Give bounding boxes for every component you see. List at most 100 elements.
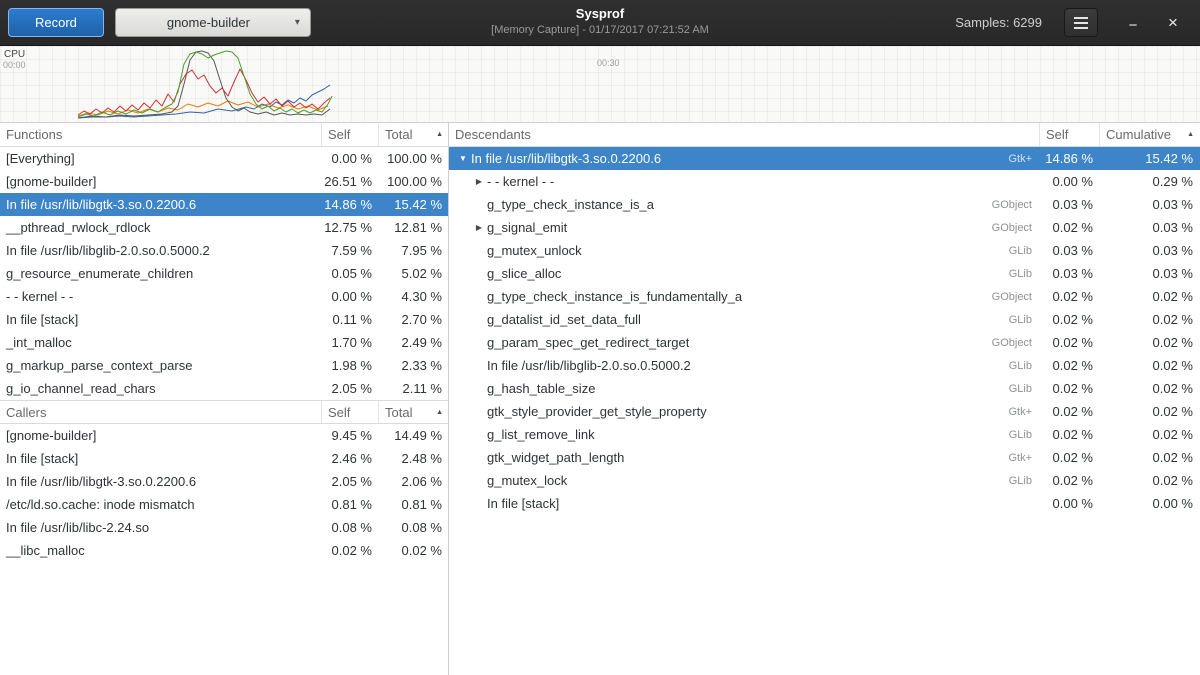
table-row[interactable]: - - kernel - -0.00 %4.30 % bbox=[0, 285, 448, 308]
library-tag: Gtk+ bbox=[996, 153, 1040, 165]
minimize-button[interactable]: − bbox=[1120, 13, 1146, 39]
row-self-percent: 0.02 % bbox=[1040, 427, 1100, 442]
row-self-percent: 0.00 % bbox=[322, 289, 379, 304]
table-row[interactable]: In file [stack]2.46 %2.48 % bbox=[0, 447, 448, 470]
cpu-graph[interactable]: CPU 00:00 00:30 bbox=[0, 46, 1200, 123]
table-row[interactable]: g_param_spec_get_redirect_targetGObject0… bbox=[449, 331, 1200, 354]
row-total-percent: 0.81 % bbox=[379, 497, 449, 512]
column-header-functions[interactable]: Functions bbox=[0, 123, 322, 146]
menu-button[interactable] bbox=[1064, 8, 1098, 37]
table-row[interactable]: In file /usr/lib/libgtk-3.so.0.2200.614.… bbox=[0, 193, 448, 216]
table-row[interactable]: In file [stack]0.11 %2.70 % bbox=[0, 308, 448, 331]
column-header-self[interactable]: Self bbox=[322, 401, 379, 423]
row-cumulative-percent: 0.02 % bbox=[1100, 335, 1200, 350]
row-name-cell: g_type_check_instance_is_fundamentally_a… bbox=[449, 289, 1040, 304]
table-row[interactable]: g_io_channel_read_chars2.05 %2.11 % bbox=[0, 377, 448, 400]
row-self-percent: 14.86 % bbox=[1040, 151, 1100, 166]
right-panel: Descendants Self Cumulative ▲ ▼In file /… bbox=[449, 123, 1200, 675]
table-row[interactable]: gtk_style_provider_get_style_property Gtk… bbox=[449, 400, 1200, 423]
table-row[interactable]: ▼In file /usr/lib/libgtk-3.so.0.2200.6Gt… bbox=[449, 147, 1200, 170]
row-cumulative-percent: 0.03 % bbox=[1100, 266, 1200, 281]
row-name-cell: g_slice_allocGLib bbox=[449, 266, 1040, 281]
library-tag: Gtk+ bbox=[996, 406, 1040, 418]
table-row[interactable]: In file /usr/lib/libglib-2.0.so.0.5000.2… bbox=[0, 239, 448, 262]
row-function-name: g_slice_alloc bbox=[487, 266, 561, 281]
row-self-percent: 2.46 % bbox=[322, 451, 379, 466]
record-button[interactable]: Record bbox=[8, 8, 104, 37]
row-cumulative-percent: 0.02 % bbox=[1100, 312, 1200, 327]
row-total-percent: 0.08 % bbox=[379, 520, 449, 535]
table-row[interactable]: In file /usr/lib/libc-2.24.so0.08 %0.08 … bbox=[0, 516, 448, 539]
library-tag: GObject bbox=[980, 199, 1040, 211]
row-total-percent: 2.49 % bbox=[379, 335, 449, 350]
table-row[interactable]: g_markup_parse_context_parse1.98 %2.33 % bbox=[0, 354, 448, 377]
row-self-percent: 14.86 % bbox=[322, 197, 379, 212]
row-total-percent: 14.49 % bbox=[379, 428, 449, 443]
row-self-percent: 2.05 % bbox=[322, 474, 379, 489]
row-cumulative-percent: 0.03 % bbox=[1100, 197, 1200, 212]
table-row[interactable]: g_resource_enumerate_children0.05 %5.02 … bbox=[0, 262, 448, 285]
table-row[interactable]: gtk_widget_path_lengthGtk+0.02 %0.02 % bbox=[449, 446, 1200, 469]
row-name-cell: gtk_widget_path_lengthGtk+ bbox=[449, 450, 1040, 465]
library-tag: GLib bbox=[997, 314, 1040, 326]
row-total-percent: 100.00 % bbox=[379, 151, 449, 166]
sort-indicator-icon: ▲ bbox=[432, 409, 443, 416]
column-header-cumulative[interactable]: Cumulative ▲ bbox=[1100, 123, 1200, 146]
row-cumulative-percent: 0.29 % bbox=[1100, 174, 1200, 189]
column-header-self[interactable]: Self bbox=[322, 123, 379, 146]
table-row[interactable]: g_mutex_unlockGLib0.03 %0.03 % bbox=[449, 239, 1200, 262]
row-function-name: __pthread_rwlock_rdlock bbox=[0, 220, 322, 235]
table-row[interactable]: In file /usr/lib/libgtk-3.so.0.2200.62.0… bbox=[0, 470, 448, 493]
row-function-name: gtk_style_provider_get_style_property bbox=[487, 404, 707, 419]
row-cumulative-percent: 0.02 % bbox=[1100, 404, 1200, 419]
row-function-name: [Everything] bbox=[0, 151, 322, 166]
table-row[interactable]: __libc_malloc0.02 %0.02 % bbox=[0, 539, 448, 562]
row-total-percent: 100.00 % bbox=[379, 174, 449, 189]
expander-open-icon[interactable]: ▼ bbox=[455, 154, 471, 163]
table-row[interactable]: /etc/ld.so.cache: inode mismatch0.81 %0.… bbox=[0, 493, 448, 516]
row-self-percent: 7.59 % bbox=[322, 243, 379, 258]
column-header-total[interactable]: Total ▲ bbox=[379, 123, 449, 146]
cpu-graph-label: CPU bbox=[4, 49, 25, 60]
expander-closed-icon[interactable]: ▶ bbox=[471, 177, 487, 186]
row-function-name: g_list_remove_link bbox=[487, 427, 595, 442]
table-row[interactable]: g_list_remove_linkGLib0.02 %0.02 % bbox=[449, 423, 1200, 446]
table-row[interactable]: g_type_check_instance_is_fundamentally_a… bbox=[449, 285, 1200, 308]
table-row[interactable]: [gnome-builder]9.45 %14.49 % bbox=[0, 424, 448, 447]
library-tag: GLib bbox=[997, 360, 1040, 372]
table-row[interactable]: [Everything]0.00 %100.00 % bbox=[0, 147, 448, 170]
window-title-area: Sysprof [Memory Capture] - 01/17/2017 07… bbox=[491, 5, 709, 37]
table-row[interactable]: [gnome-builder]26.51 %100.00 % bbox=[0, 170, 448, 193]
row-self-percent: 26.51 % bbox=[322, 174, 379, 189]
table-row[interactable]: g_hash_table_sizeGLib0.02 %0.02 % bbox=[449, 377, 1200, 400]
row-function-name: - - kernel - - bbox=[0, 289, 322, 304]
column-header-total[interactable]: Total ▲ bbox=[379, 401, 449, 423]
close-button[interactable]: × bbox=[1160, 10, 1186, 36]
row-name-cell: g_hash_table_sizeGLib bbox=[449, 381, 1040, 396]
row-self-percent: 0.03 % bbox=[1040, 266, 1100, 281]
row-function-name: g_param_spec_get_redirect_target bbox=[487, 335, 689, 350]
row-total-percent: 2.48 % bbox=[379, 451, 449, 466]
column-header-callers[interactable]: Callers bbox=[0, 401, 322, 423]
table-row[interactable]: ▶g_signal_emitGObject0.02 %0.03 % bbox=[449, 216, 1200, 239]
table-row[interactable]: g_slice_allocGLib0.03 %0.03 % bbox=[449, 262, 1200, 285]
table-row[interactable]: g_mutex_lockGLib0.02 %0.02 % bbox=[449, 469, 1200, 492]
column-header-descendants[interactable]: Descendants bbox=[449, 123, 1040, 146]
table-row[interactable]: g_datalist_id_set_data_fullGLib0.02 %0.0… bbox=[449, 308, 1200, 331]
table-row[interactable]: __pthread_rwlock_rdlock12.75 %12.81 % bbox=[0, 216, 448, 239]
row-self-percent: 0.02 % bbox=[1040, 381, 1100, 396]
column-header-self[interactable]: Self bbox=[1040, 123, 1100, 146]
table-row[interactable]: _int_malloc1.70 %2.49 % bbox=[0, 331, 448, 354]
row-self-percent: 0.02 % bbox=[1040, 450, 1100, 465]
table-row[interactable]: ▶- - kernel - -0.00 %0.29 % bbox=[449, 170, 1200, 193]
table-row[interactable]: In file [stack]0.00 %0.00 % bbox=[449, 492, 1200, 515]
main-content: Functions Self Total ▲ [Everything]0.00 … bbox=[0, 123, 1200, 675]
column-header-label: Total bbox=[385, 127, 412, 142]
table-row[interactable]: g_type_check_instance_is_aGObject0.03 %0… bbox=[449, 193, 1200, 216]
row-function-name: In file [stack] bbox=[0, 312, 322, 327]
row-self-percent: 0.05 % bbox=[322, 266, 379, 281]
expander-closed-icon[interactable]: ▶ bbox=[471, 223, 487, 232]
row-name-cell: ▼In file /usr/lib/libgtk-3.so.0.2200.6Gt… bbox=[449, 151, 1040, 166]
table-row[interactable]: In file /usr/lib/libglib-2.0.so.0.5000.2… bbox=[449, 354, 1200, 377]
process-selector-dropdown[interactable]: gnome-builder ▾ bbox=[115, 8, 311, 37]
